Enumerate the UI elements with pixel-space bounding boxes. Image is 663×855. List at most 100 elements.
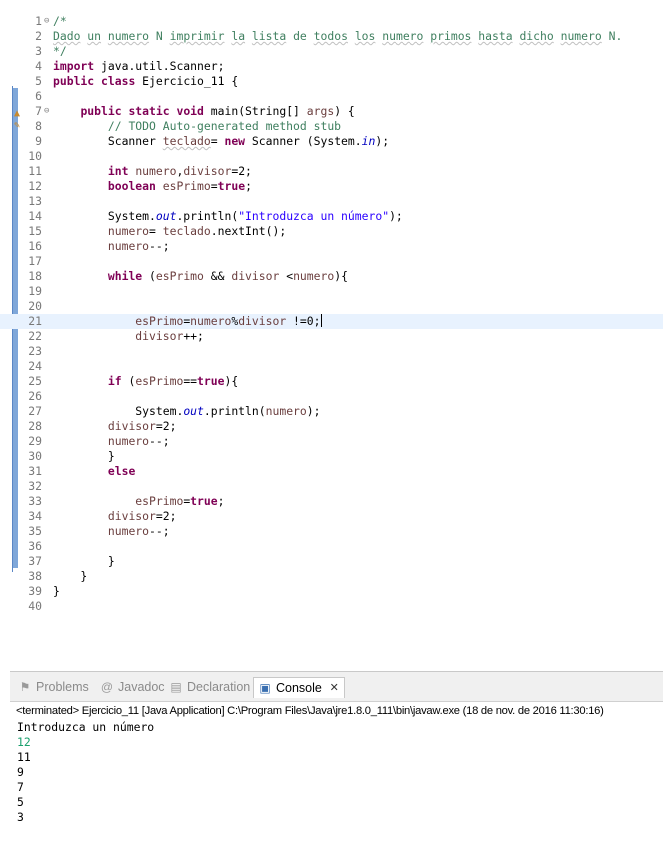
code-line[interactable]: 30 } [0, 449, 663, 464]
code-line[interactable]: 19 [0, 284, 663, 299]
code-line[interactable]: 23 [0, 344, 663, 359]
code-text[interactable]: // TODO Auto-generated method stub [53, 119, 341, 134]
code-text[interactable]: if (esPrimo==true){ [53, 374, 238, 389]
code-text[interactable]: divisor=2; [53, 509, 177, 524]
code-line[interactable]: 24 [0, 359, 663, 374]
line-number: 25 [28, 374, 42, 388]
console-view[interactable]: <terminated> Ejercicio_11 [Java Applicat… [10, 701, 663, 855]
code-text[interactable]: */ [53, 44, 67, 59]
code-text[interactable]: /* [53, 14, 67, 29]
problems-icon: ⚑ [19, 680, 31, 694]
code-text[interactable]: Scanner teclado= new Scanner (System.in)… [53, 134, 389, 149]
line-number: 11 [28, 164, 42, 178]
code-text[interactable]: } [53, 449, 115, 464]
code-line[interactable]: 5 public class Ejercicio_11 { [0, 74, 663, 89]
code-line[interactable]: 8 // TODO Auto-generated method stub [0, 119, 663, 134]
code-text[interactable]: public class Ejercicio_11 { [53, 74, 238, 89]
code-line[interactable]: 31 else [0, 464, 663, 479]
code-line[interactable]: 26 [0, 389, 663, 404]
line-number: 31 [28, 464, 42, 478]
code-text[interactable]: } [53, 569, 87, 584]
code-line[interactable]: 16 numero--; [0, 239, 663, 254]
code-line[interactable]: 18 while (esPrimo && divisor <numero){ [0, 269, 663, 284]
tab-problems[interactable]: ⚑ Problems [14, 677, 89, 697]
code-text[interactable]: divisor=2; [53, 419, 177, 434]
code-text[interactable]: System.out.println("Introduzca un número… [53, 209, 403, 224]
code-text[interactable]: Dado un numero N imprimir la lista de to… [53, 29, 622, 44]
code-line[interactable]: 13 [0, 194, 663, 209]
code-line[interactable]: 36 [0, 539, 663, 554]
code-line[interactable]: 21 esPrimo=numero%divisor !=0; [0, 314, 663, 329]
code-text[interactable]: public static void main(String[] args) { [53, 104, 354, 119]
code-text[interactable]: numero--; [53, 239, 170, 254]
tab-declaration[interactable]: ▤ Declaration [165, 677, 250, 697]
code-line[interactable]: 17 [0, 254, 663, 269]
code-line[interactable]: 3 */ [0, 44, 663, 59]
code-line[interactable]: 1 ⊖/* [0, 14, 663, 29]
code-editor[interactable]: ▲ ✎ 1 ⊖/* 2 Dado un numero N imprimir la li… [0, 0, 663, 650]
code-line[interactable]: 27 System.out.println(numero); [0, 404, 663, 419]
line-number: 30 [28, 449, 42, 463]
code-text[interactable]: esPrimo=numero%divisor !=0; [53, 314, 322, 329]
line-number: 22 [28, 329, 42, 343]
code-text[interactable]: numero--; [53, 434, 170, 449]
line-number: 20 [28, 299, 42, 313]
code-line[interactable]: 33 esPrimo=true; [0, 494, 663, 509]
fold-toggle-icon[interactable]: ⊖ [44, 14, 52, 29]
line-number: 18 [28, 269, 42, 283]
code-text[interactable]: else [53, 464, 135, 479]
code-line[interactable]: 22 divisor++; [0, 329, 663, 344]
code-line[interactable]: 20 [0, 299, 663, 314]
fold-toggle-icon[interactable]: ⊖ [44, 104, 52, 119]
code-text[interactable]: esPrimo=true; [53, 494, 224, 509]
code-line[interactable]: 12 boolean esPrimo=true; [0, 179, 663, 194]
code-line[interactable]: 6 [0, 89, 663, 104]
code-line[interactable]: 10 [0, 149, 663, 164]
line-number: 7 [35, 104, 42, 118]
tab-console[interactable]: ▣ Console ✕ [253, 677, 345, 698]
code-line[interactable]: 25 if (esPrimo==true){ [0, 374, 663, 389]
code-line[interactable]: 40 [0, 599, 663, 614]
code-text[interactable]: int numero,divisor=2; [53, 164, 252, 179]
close-icon[interactable]: ✕ [330, 678, 339, 698]
code-line[interactable]: 35 numero--; [0, 524, 663, 539]
code-line[interactable]: 29 numero--; [0, 434, 663, 449]
code-line[interactable]: 9 Scanner teclado= new Scanner (System.i… [0, 134, 663, 149]
line-number: 4 [35, 59, 42, 73]
code-text[interactable]: import java.util.Scanner; [53, 59, 224, 74]
line-number: 35 [28, 524, 42, 538]
code-line[interactable]: 7 ⊖ public static void main(String[] args… [0, 104, 663, 119]
code-text[interactable]: numero--; [53, 524, 170, 539]
line-number: 21 [28, 314, 42, 328]
code-line[interactable]: 39} [0, 584, 663, 599]
code-line[interactable]: 15 numero= teclado.nextInt(); [0, 224, 663, 239]
tab-javadoc[interactable]: @ Javadoc [96, 677, 165, 697]
declaration-icon: ▤ [170, 680, 182, 694]
code-line[interactable]: 37 } [0, 554, 663, 569]
code-line[interactable]: 11 int numero,divisor=2; [0, 164, 663, 179]
code-text[interactable]: while (esPrimo && divisor <numero){ [53, 269, 348, 284]
code-line[interactable]: 38 } [0, 569, 663, 584]
console-output-line: 3 [17, 810, 24, 824]
line-number: 27 [28, 404, 42, 418]
code-text[interactable]: numero= teclado.nextInt(); [53, 224, 286, 239]
code-line[interactable]: 14 System.out.println("Introduzca un núm… [0, 209, 663, 224]
code-lines[interactable]: 1 ⊖/* 2 Dado un numero N imprimir la lista … [0, 14, 663, 614]
line-number: 26 [28, 389, 42, 403]
line-number: 36 [28, 539, 42, 553]
line-number: 1 [35, 14, 42, 28]
code-text[interactable]: boolean esPrimo=true; [53, 179, 252, 194]
line-number: 10 [28, 149, 42, 163]
code-text[interactable]: divisor++; [53, 329, 204, 344]
code-text[interactable]: } [53, 584, 60, 599]
code-text[interactable]: System.out.println(numero); [53, 404, 320, 419]
code-line[interactable]: 32 [0, 479, 663, 494]
line-number: 5 [35, 74, 42, 88]
code-line[interactable]: 2 Dado un numero N imprimir la lista de t… [0, 29, 663, 44]
line-number: 2 [35, 29, 42, 43]
code-line[interactable]: 34 divisor=2; [0, 509, 663, 524]
code-text[interactable]: } [53, 554, 115, 569]
code-line[interactable]: 4 import java.util.Scanner; [0, 59, 663, 74]
line-number: 40 [28, 599, 42, 613]
code-line[interactable]: 28 divisor=2; [0, 419, 663, 434]
